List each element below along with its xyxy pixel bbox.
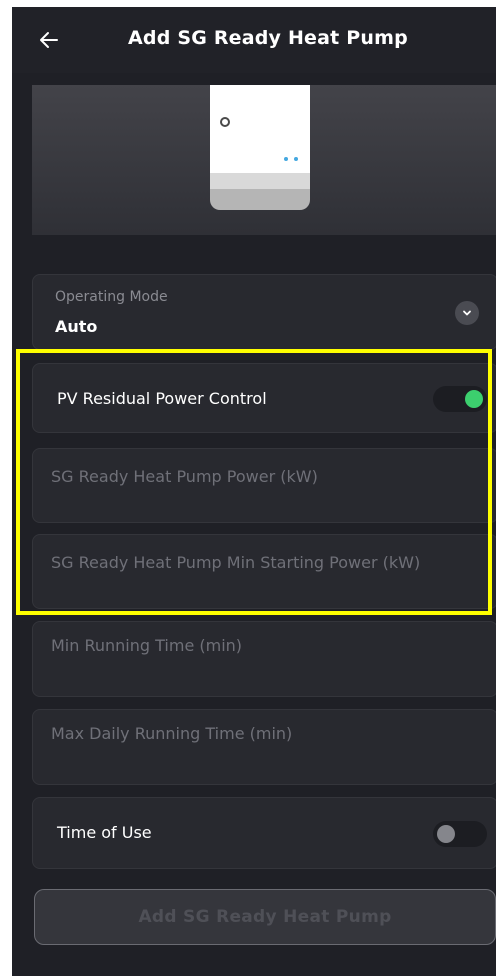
pv-residual-power-control-label: PV Residual Power Control — [57, 389, 267, 408]
heat-pump-power-placeholder: SG Ready Heat Pump Power (kW) — [51, 467, 318, 486]
back-button[interactable] — [34, 25, 64, 55]
max-daily-running-time-input[interactable]: Max Daily Running Time (min) — [32, 709, 496, 785]
max-daily-running-time-placeholder: Max Daily Running Time (min) — [51, 724, 293, 743]
heat-pump-device-illustration — [210, 85, 310, 210]
chevron-down-icon[interactable] — [455, 301, 479, 325]
time-of-use-label: Time of Use — [57, 823, 152, 842]
pv-residual-power-control-row: PV Residual Power Control — [32, 363, 496, 433]
operating-mode-label: Operating Mode — [55, 289, 168, 305]
operating-mode-value: Auto — [55, 317, 98, 336]
min-running-time-input[interactable]: Min Running Time (min) — [32, 621, 496, 697]
pv-residual-power-control-toggle[interactable] — [433, 386, 487, 412]
page-title: Add SG Ready Heat Pump — [128, 27, 408, 49]
min-starting-power-input[interactable]: SG Ready Heat Pump Min Starting Power (k… — [32, 534, 496, 609]
app-screen: Add SG Ready Heat Pump Operating Mode Au… — [12, 7, 496, 976]
arrow-left-icon — [40, 32, 58, 48]
min-running-time-placeholder: Min Running Time (min) — [51, 636, 243, 655]
time-of-use-row: Time of Use — [32, 797, 496, 869]
device-image-banner — [32, 85, 496, 235]
time-of-use-toggle[interactable] — [433, 821, 487, 847]
header-bar: Add SG Ready Heat Pump — [12, 7, 496, 73]
device-band — [210, 173, 310, 189]
device-indicator-ring — [220, 117, 230, 127]
min-starting-power-placeholder: SG Ready Heat Pump Min Starting Power (k… — [51, 553, 421, 572]
heat-pump-power-input[interactable]: SG Ready Heat Pump Power (kW) — [32, 448, 496, 523]
device-led-dot — [284, 157, 288, 161]
add-heat-pump-button[interactable]: Add SG Ready Heat Pump — [34, 889, 496, 945]
toggle-knob — [465, 390, 483, 408]
device-led-dot — [294, 157, 298, 161]
device-base — [210, 189, 310, 210]
toggle-knob — [437, 825, 455, 843]
operating-mode-select[interactable]: Operating Mode Auto — [32, 274, 496, 350]
